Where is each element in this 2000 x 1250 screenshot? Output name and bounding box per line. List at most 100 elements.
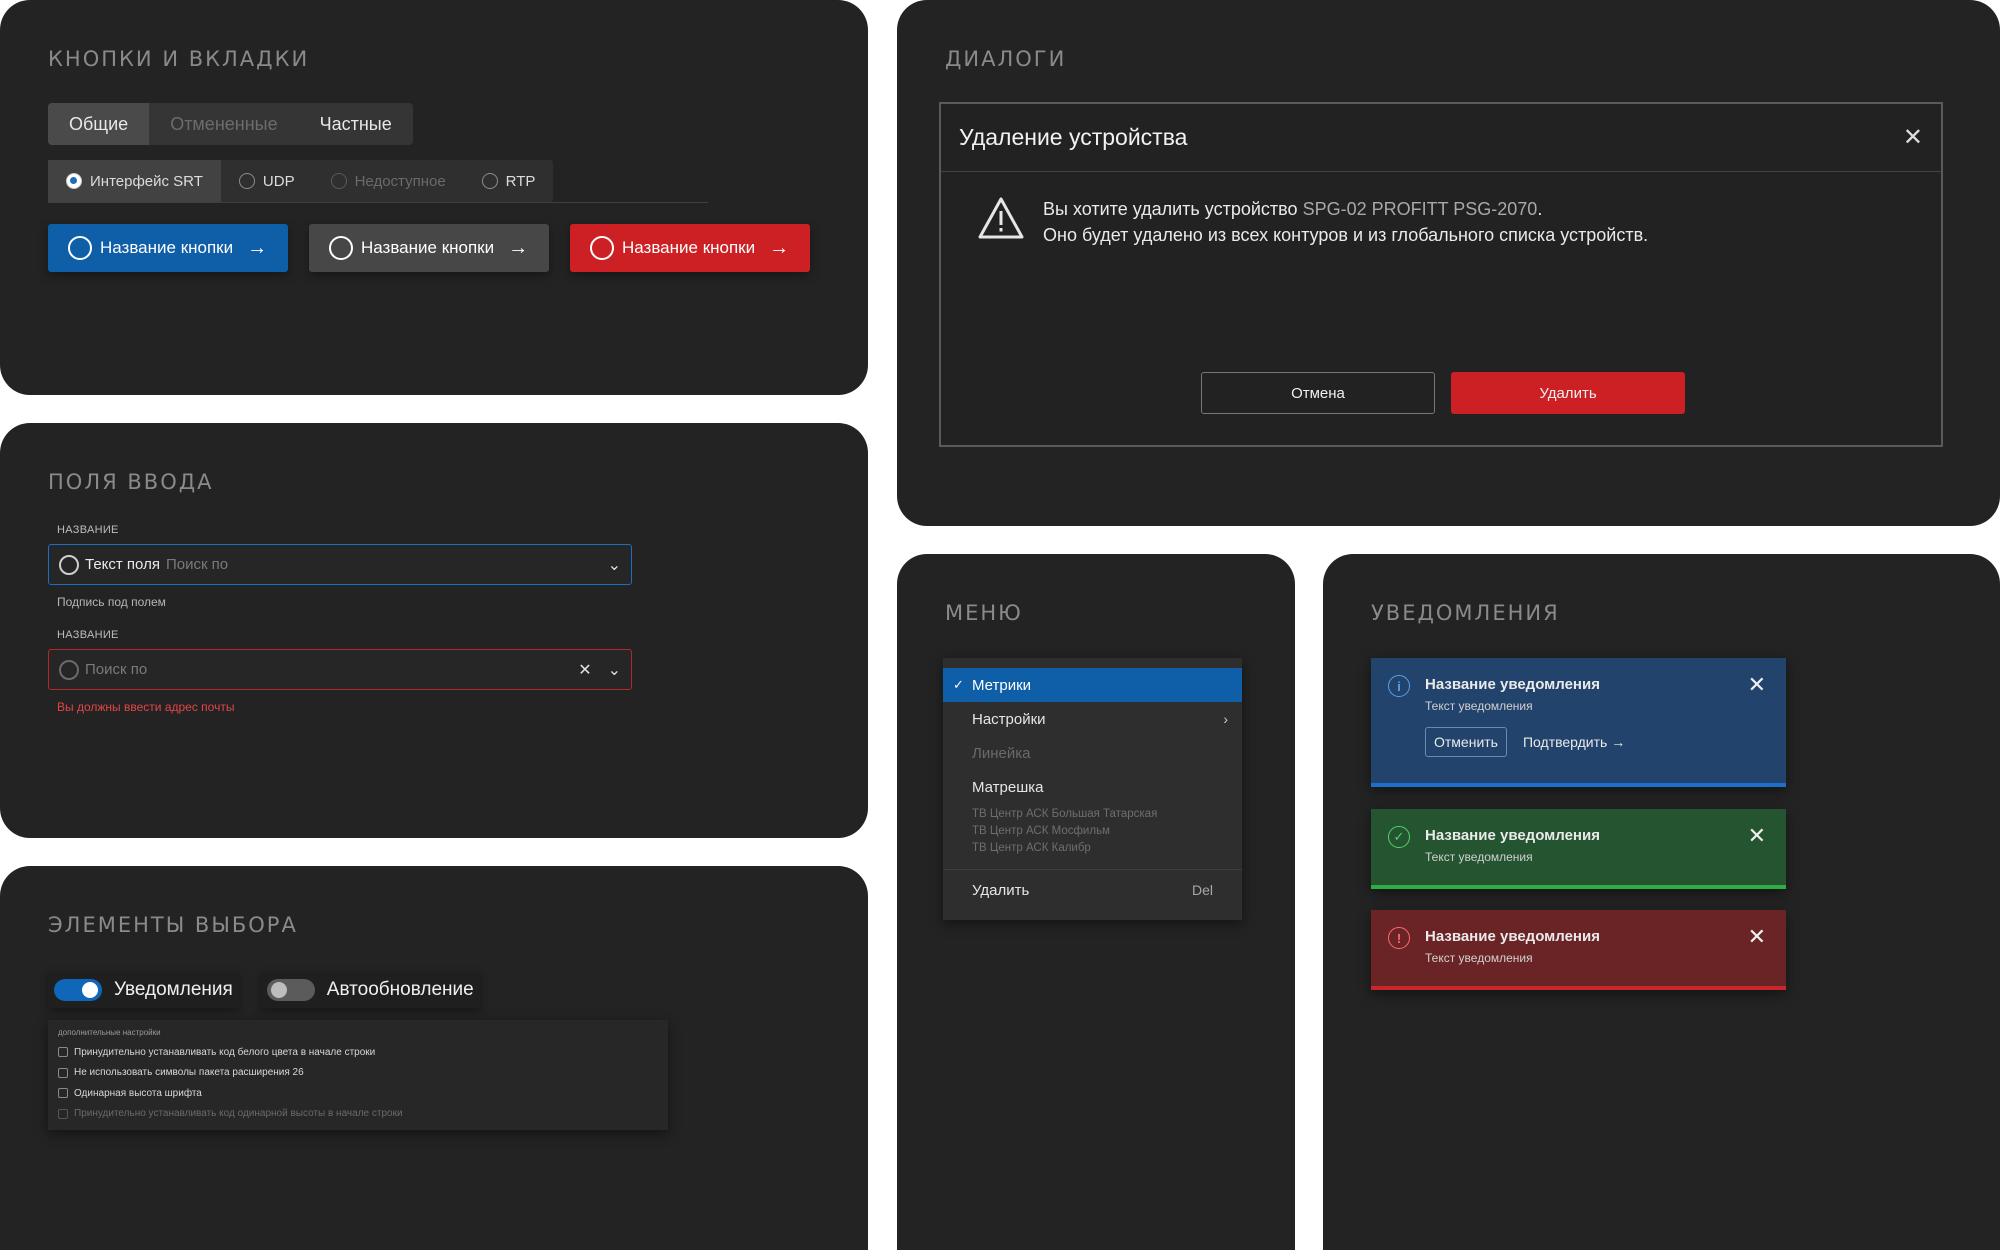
circle-icon [59,554,79,575]
context-menu: ✓ Метрики Настройки › Линейка Матрешка ТВ … [943,658,1242,920]
menu-panel: МЕНЮ ✓ Метрики Настройки › Линейка Матрешк… [897,554,1295,1250]
notification-text: Текст уведомления [1425,850,1533,864]
field-placeholder: Поиск по [165,556,229,573]
panel-title: МЕНЮ [945,601,1023,625]
dialog-message: Вы хотите удалить устройство SPG-02 PROF… [1043,199,1649,245]
danger-button[interactable]: Название кнопки → [570,224,810,272]
close-icon[interactable]: ✕ [1903,123,1923,152]
circle-icon [68,236,92,260]
close-icon[interactable]: ✕ [1748,672,1766,698]
tabs: Общие Отмененные Частные [48,103,413,145]
menu-item-delete[interactable]: Удалить Del [943,873,1242,907]
radio-icon [238,173,255,189]
tab-private[interactable]: Частные [299,103,413,145]
checkbox[interactable] [58,1047,68,1058]
toggle-switch[interactable] [266,979,315,1001]
field-error: Вы должны ввести адрес почты [57,700,235,714]
delete-button[interactable]: Удалить [1451,372,1685,414]
chevron-down-icon[interactable]: ⌄ [608,660,621,680]
toggle-notifications[interactable]: Уведомления [48,972,239,1008]
checkbox-item[interactable]: Одинарная высота шрифта [58,1083,658,1104]
radio-tabs: Интерфейс SRT UDP Недоступное RTP [48,160,554,202]
field-hint: Подпись под полем [57,595,166,609]
circle-icon [590,236,614,260]
shortcut: Del [1191,882,1213,898]
menu-group: ТВ Центр АСК Большая Татарская ТВ Центр … [972,808,1158,854]
info-icon: i [1388,675,1410,697]
circle-icon [329,236,353,260]
primary-button[interactable]: Название кнопки → [48,224,288,272]
arrow-right-icon: → [769,236,790,259]
dialog-body: Вы хотите удалить устройство SPG-02 PROF… [977,196,1648,248]
arrow-right-icon: → [508,236,529,259]
notification-title: Название уведомления [1425,928,1600,945]
checkbox-group-header: дополнительные настройки [58,1028,161,1037]
notification-cancel-button[interactable]: Отменить [1425,727,1507,757]
buttons-tabs-panel: КНОПКИ И ВКЛАДКИ Общие Отмененные Частны… [0,0,868,395]
secondary-button[interactable]: Название кнопки → [309,224,549,272]
radio-tab-udp[interactable]: UDP [221,160,313,202]
field-label: НАЗВАНИЕ [57,629,119,641]
cancel-button[interactable]: Отмена [1201,372,1435,414]
radio-tab-unavailable: Недоступное [313,160,464,202]
radio-tab-srt[interactable]: Интерфейс SRT [48,160,221,202]
panel-title: ПОЛЯ ВВОДА [48,470,214,494]
panel-title: ЭЛЕМЕНТЫ ВЫБОРА [48,913,298,937]
dialog-title: Удаление устройства [959,124,1188,150]
arrow-right-icon: → [247,236,268,259]
panel-title: УВЕДОМЛЕНИЯ [1371,601,1560,625]
inputs-panel: ПОЛЯ ВВОДА НАЗВАНИЕ Текст поля Поиск по … [0,423,868,838]
menu-item-matryoshka[interactable]: Матрешка [943,770,1242,804]
menu-item-settings[interactable]: Настройки › [943,702,1242,736]
checkbox [58,1108,68,1119]
chevron-down-icon[interactable]: ⌄ [608,555,621,575]
notifications-panel: УВЕДОМЛЕНИЯ i Название уведомления Текст… [1323,554,2000,1250]
notification-title: Название уведомления [1425,827,1600,844]
checkbox[interactable] [58,1088,68,1099]
dialogs-panel: ДИАЛОГИ Удаление устройства ✕ Вы хотите … [897,0,2000,526]
toggle-switch[interactable] [54,979,102,1001]
panel-title: КНОПКИ И ВКЛАДКИ [48,47,310,71]
radio-icon [481,173,498,189]
divider [48,202,708,203]
notification-title: Название уведомления [1425,676,1600,693]
checkbox[interactable] [58,1067,68,1078]
dialog-header: Удаление устройства ✕ [941,104,1941,172]
field-placeholder: Поиск по [85,661,148,678]
toggle-autoupdate[interactable]: Автообновление [260,972,480,1008]
checkbox-item-disabled: Принудительно устанавливать код одинарно… [58,1104,658,1125]
text-field-error[interactable]: Поиск по ✕ ⌄ [48,649,632,690]
clear-icon[interactable]: ✕ [578,660,591,680]
field-value: Текст поля [85,556,160,573]
checkbox-item[interactable]: Не использовать символы пакета расширени… [58,1063,658,1084]
radio-tab-rtp[interactable]: RTP [464,160,554,202]
chevron-right-icon: › [1223,711,1228,727]
tab-cancelled: Отмененные [170,113,278,134]
menu-item-metrics[interactable]: ✓ Метрики [943,668,1242,702]
menu-divider [943,869,1242,870]
error-icon: ! [1388,927,1410,949]
check-circle-icon: ✓ [1388,826,1410,848]
radio-icon [330,173,347,189]
field-label: НАЗВАНИЕ [57,524,119,536]
panel-title: ДИАЛОГИ [945,47,1067,71]
close-icon[interactable]: ✕ [1748,924,1766,950]
checkbox-item[interactable]: Принудительно устанавливать код белого ц… [58,1042,658,1063]
device-name: SPG-02 PROFITT PSG-2070 [1302,199,1538,219]
checkbox-group: дополнительные настройки Принудительно у… [48,1020,668,1130]
radio-icon [66,173,82,189]
menu-item-ruler: Линейка [972,744,1031,762]
notification-success: ✓ Название уведомления Текст уведомления… [1371,809,1786,889]
tab-general[interactable]: Общие [48,103,150,145]
arrow-right-icon: → [1611,734,1626,750]
warning-icon [978,197,1024,239]
check-icon: ✓ [953,677,964,692]
text-field-focused[interactable]: Текст поля Поиск по ⌄ [48,544,632,585]
notification-error: ! Название уведомления Текст уведомления… [1371,910,1786,990]
close-icon[interactable]: ✕ [1748,823,1766,849]
notification-text: Текст уведомления [1425,699,1533,713]
toggles: Уведомления Автообновление [48,972,480,1008]
notification-info: i Название уведомления Текст уведомления… [1371,658,1786,787]
delete-device-dialog: Удаление устройства ✕ Вы хотите удалить … [939,102,1943,447]
notification-confirm-button[interactable]: Подтвердить → [1523,734,1625,750]
